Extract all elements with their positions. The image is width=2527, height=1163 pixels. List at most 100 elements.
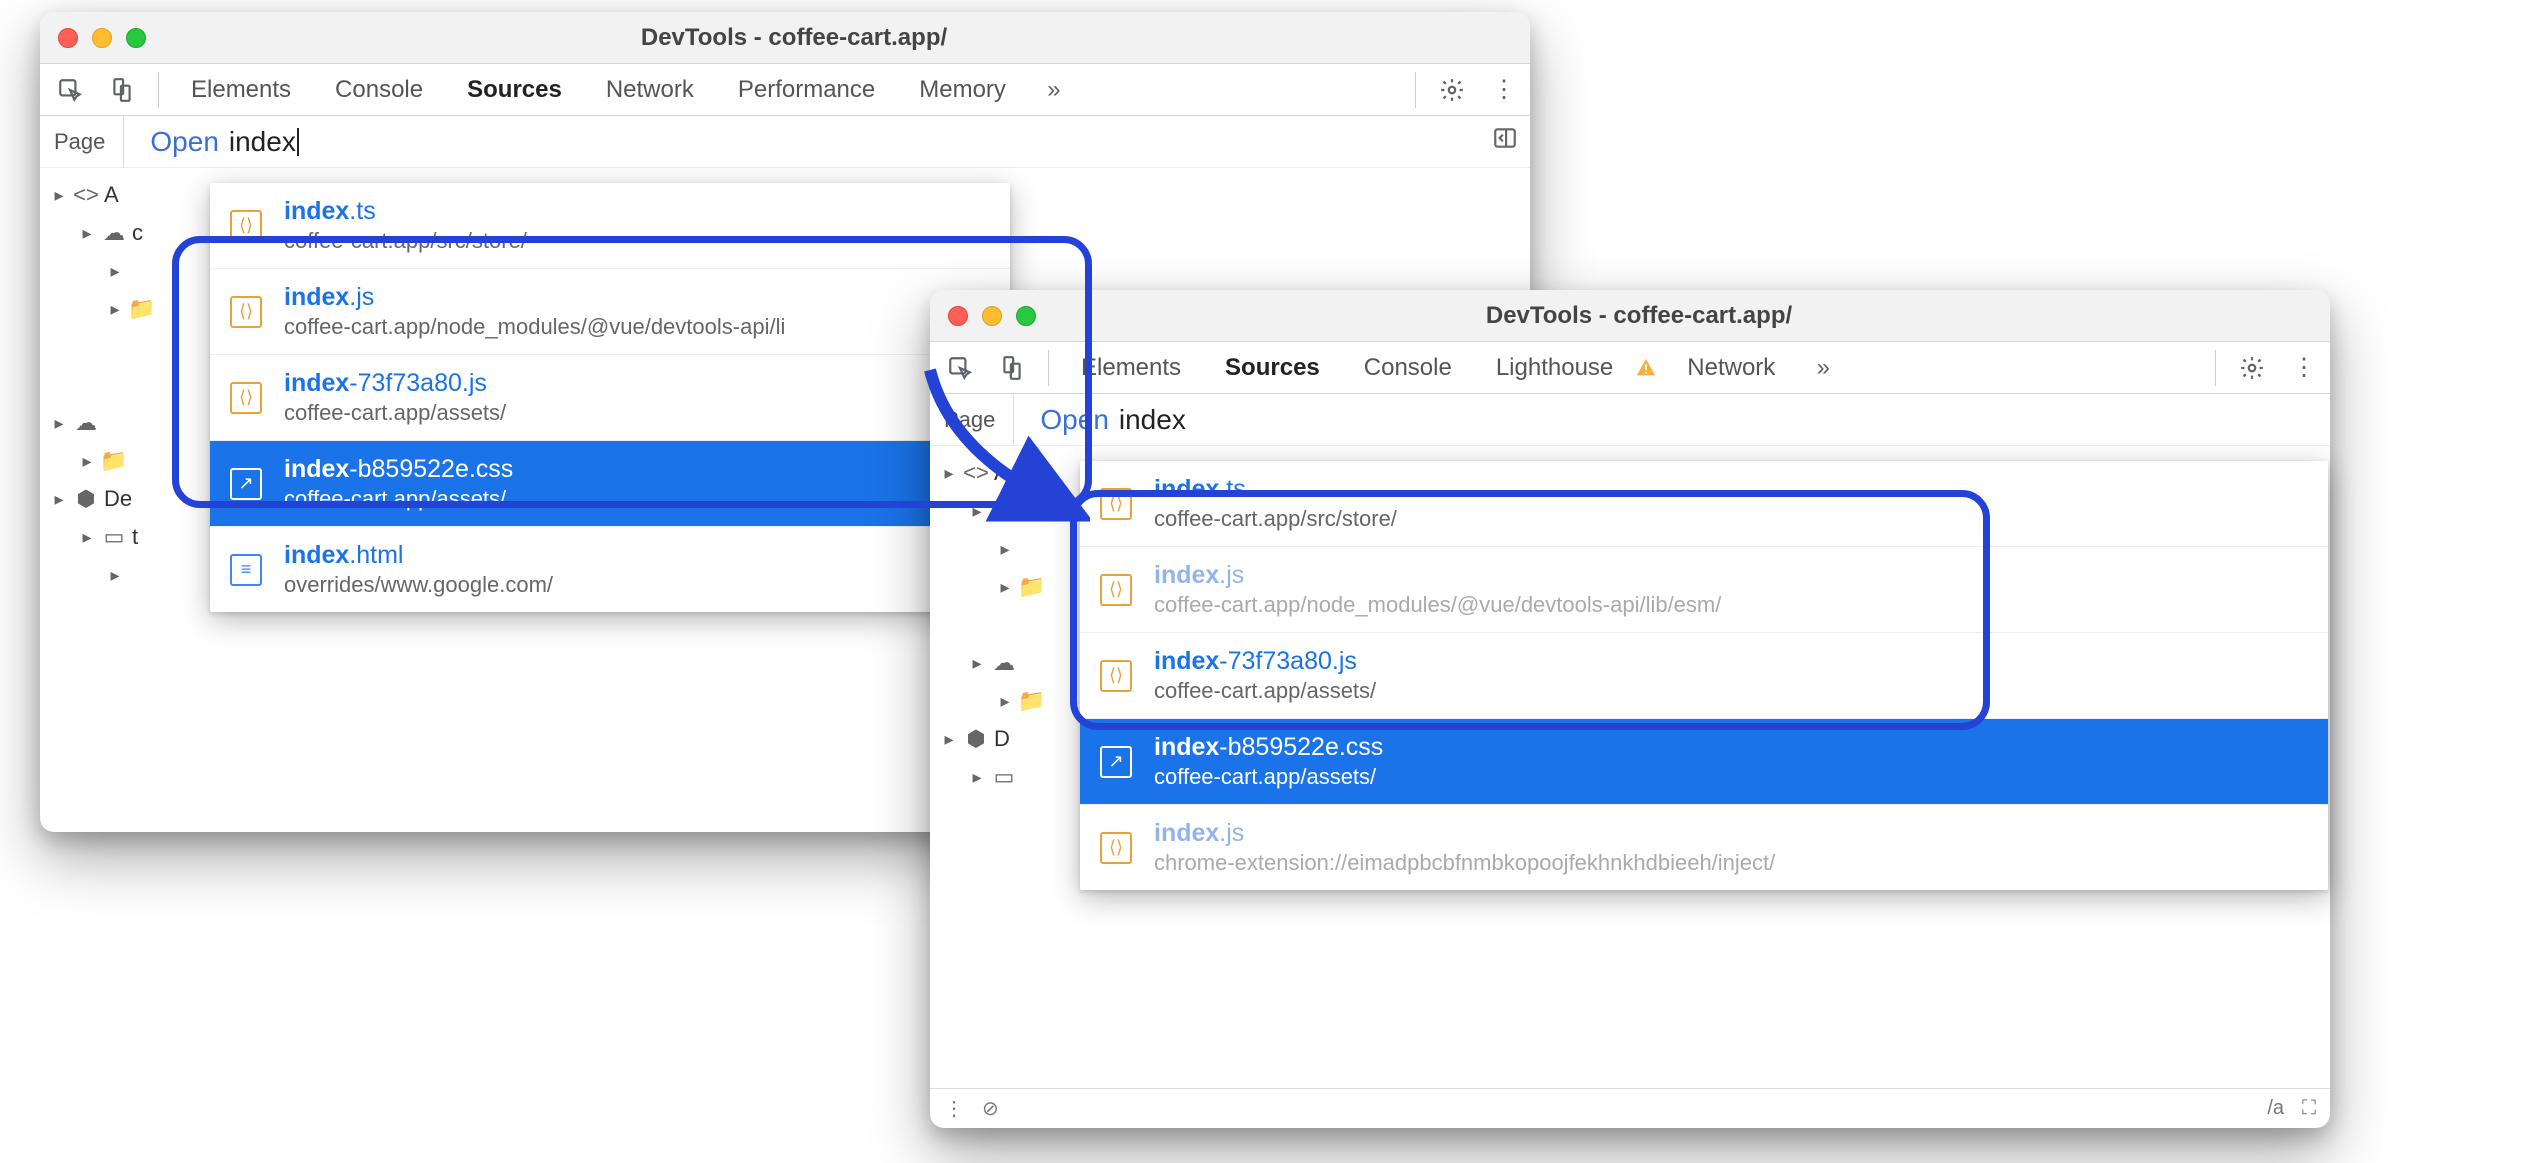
open-file-result[interactable]: ≡ index.htmloverrides/www.google.com/ [210, 527, 1010, 612]
device-toggle-icon[interactable] [96, 64, 148, 116]
issues-icon[interactable]: ⊘ [982, 1096, 999, 1121]
js-file-icon: ⟨⟩ [1100, 660, 1132, 692]
tab-console[interactable]: Console [313, 64, 445, 116]
maximize-button[interactable] [1016, 306, 1036, 326]
result-path: coffee-cart.app/assets/ [284, 400, 506, 426]
tab-elements[interactable]: Elements [169, 64, 313, 116]
tree-row[interactable]: ▸📁 [40, 442, 220, 480]
tab-lighthouse[interactable]: Lighthouse [1474, 342, 1635, 394]
inspect-icon[interactable] [44, 64, 96, 116]
page-tab[interactable]: Page [40, 116, 124, 168]
result-path: overrides/www.google.com/ [284, 572, 553, 598]
tab-sources[interactable]: Sources [445, 64, 584, 116]
command-menu-input[interactable]: index [1119, 404, 1186, 436]
command-menu-row: Page Open index [930, 394, 2330, 446]
tab-memory[interactable]: Memory [897, 64, 1028, 116]
open-label: Open [1014, 404, 1109, 436]
open-file-result[interactable]: ⟨⟩ index.tscoffee-cart.app/src/store/ [1080, 461, 2328, 547]
tree-row[interactable]: ▸☁c [40, 214, 220, 252]
tree-row[interactable]: ▸ [40, 252, 220, 290]
result-path: coffee-cart.app/src/store/ [284, 228, 527, 254]
result-filename: index.ts [1154, 475, 1397, 504]
tree-row[interactable]: ▸<>A [40, 176, 220, 214]
maximize-button[interactable] [126, 28, 146, 48]
tree-row[interactable] [40, 366, 220, 404]
css-file-icon: ↗ [230, 468, 262, 500]
css-file-icon: ↗ [1100, 746, 1132, 778]
console-toggle-icon[interactable]: ⋮ [944, 1096, 964, 1121]
window-title: DevTools - coffee-cart.app/ [146, 24, 1442, 52]
tab-network[interactable]: Network [1665, 342, 1797, 394]
js-file-icon: ⟨⟩ [230, 296, 262, 328]
open-file-dropdown: ⟨⟩index.tscoffee-cart.app/src/store/⟨⟩in… [210, 183, 1010, 612]
command-menu-row: Page Open index [40, 116, 1530, 168]
warning-icon [1635, 357, 1657, 379]
open-file-result[interactable]: ⟨⟩ index.jscoffee-cart.app/node_modules/@… [210, 269, 1010, 355]
status-bar: ⋮ ⊘ /a ⛶ [930, 1088, 2330, 1128]
gear-icon[interactable] [1426, 64, 1478, 116]
minimize-button[interactable] [982, 306, 1002, 326]
tree-row[interactable]: ▸⬢De [40, 480, 220, 518]
result-path: coffee-cart.app/src/store/ [1154, 506, 1397, 532]
inspect-icon[interactable] [934, 342, 986, 394]
devtools-toolbar: Elements Sources Console Lighthouse Netw… [930, 342, 2330, 394]
tab-console[interactable]: Console [1342, 342, 1474, 394]
open-file-result[interactable]: ↗index-b859522e.csscoffee-cart.app/asset… [210, 441, 1010, 527]
tab-performance[interactable]: Performance [716, 64, 897, 116]
open-file-dropdown: ⟨⟩ index.tscoffee-cart.app/src/store/ ⟨⟩ in… [1080, 461, 2328, 890]
tab-elements[interactable]: Elements [1059, 342, 1203, 394]
gear-icon[interactable] [2226, 342, 2278, 394]
result-filename: index-b859522e.css [1154, 733, 1383, 762]
open-file-result[interactable]: ⟨⟩ index-73f73a80.jscoffee-cart.app/asset… [210, 355, 1010, 441]
result-path: coffee-cart.app/assets/ [1154, 678, 1376, 704]
open-file-result[interactable]: ⟨⟩index.tscoffee-cart.app/src/store/ [210, 183, 1010, 269]
result-filename: index.ts [284, 197, 527, 226]
result-filename: index.html [284, 541, 553, 570]
js-file-icon: ⟨⟩ [1100, 832, 1132, 864]
open-file-result[interactable]: ⟨⟩ index.jschrome-extension://eimadpbcbfn… [1080, 805, 2328, 890]
js-file-icon: ⟨⟩ [1100, 574, 1132, 606]
titlebar: DevTools - coffee-cart.app/ [930, 290, 2330, 342]
result-path: coffee-cart.app/assets/ [1154, 764, 1383, 790]
html-file-icon: ≡ [230, 554, 262, 586]
traffic-lights [58, 28, 146, 48]
more-tabs-icon[interactable]: » [1028, 64, 1080, 116]
close-button[interactable] [58, 28, 78, 48]
result-filename: index.js [284, 283, 785, 312]
js-file-icon: ⟨⟩ [1100, 488, 1132, 520]
open-file-result[interactable]: ⟨⟩ index-73f73a80.jscoffee-cart.app/asset… [1080, 633, 2328, 719]
tab-network[interactable]: Network [584, 64, 716, 116]
open-file-result[interactable]: ⟨⟩ index.jscoffee-cart.app/node_modules/@… [1080, 547, 2328, 633]
js-file-icon: ⟨⟩ [230, 382, 262, 414]
close-button[interactable] [948, 306, 968, 326]
open-file-result[interactable]: ↗ index-b859522e.csscoffee-cart.app/asset… [1080, 719, 2328, 805]
result-filename: index-73f73a80.js [1154, 647, 1376, 676]
titlebar: DevTools - coffee-cart.app/ [40, 12, 1530, 64]
traffic-lights [948, 306, 1036, 326]
window-title: DevTools - coffee-cart.app/ [1036, 302, 2242, 330]
tree-row[interactable]: ▸📁 [40, 290, 220, 328]
tree-row[interactable]: ▸☁ [40, 404, 220, 442]
tree-row[interactable] [40, 328, 220, 366]
fullscreen-icon[interactable]: ⛶ [2302, 1097, 2316, 1120]
kebab-menu-icon[interactable]: ⋮ [1478, 64, 1530, 116]
kebab-menu-icon[interactable]: ⋮ [2278, 342, 2330, 394]
result-path: chrome-extension://eimadpbcbfnmbkopoojfe… [1154, 850, 1775, 876]
result-filename: index-b859522e.css [284, 455, 513, 484]
tab-sources[interactable]: Sources [1203, 342, 1342, 394]
devtools-window-2: DevTools - coffee-cart.app/ Elements Sou… [930, 290, 2330, 1128]
result-filename: index-73f73a80.js [284, 369, 506, 398]
result-filename: index.js [1154, 561, 1721, 590]
minimize-button[interactable] [92, 28, 112, 48]
command-menu-input[interactable]: index [229, 126, 299, 158]
pane-toggle-icon[interactable] [1492, 125, 1518, 158]
tree-row[interactable]: ▸▭t [40, 518, 220, 556]
more-tabs-icon[interactable]: » [1797, 342, 1849, 394]
result-filename: index.js [1154, 819, 1775, 848]
result-path: coffee-cart.app/node_modules/@vue/devtoo… [1154, 592, 1721, 618]
tree-row[interactable]: ▸ [40, 556, 220, 594]
status-text: /a [2267, 1097, 2284, 1120]
result-path: coffee-cart.app/node_modules/@vue/devtoo… [284, 314, 785, 340]
device-toggle-icon[interactable] [986, 342, 1038, 394]
page-tab[interactable]: Page [930, 394, 1014, 446]
